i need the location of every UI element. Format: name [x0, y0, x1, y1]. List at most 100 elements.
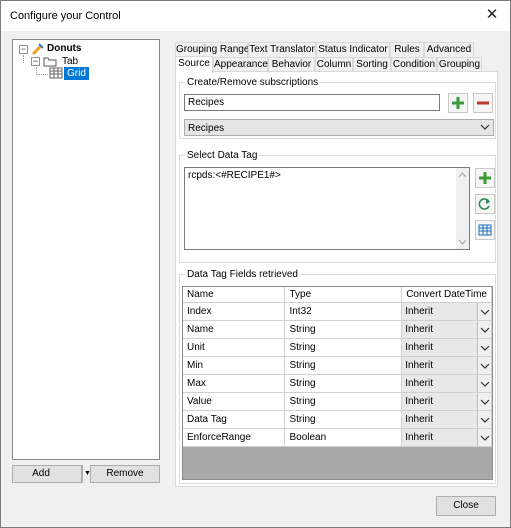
tab-text-translator[interactable]: Text Translator: [248, 42, 316, 57]
remove-subscription-button[interactable]: [473, 93, 493, 113]
cell-convert-datetime[interactable]: Inherit: [401, 374, 492, 393]
source-tab-panel: Create/Remove subscriptions Recipes Reci…: [175, 71, 498, 487]
chevron-down-icon: [480, 124, 490, 130]
refresh-data-tag-button[interactable]: [475, 194, 495, 214]
column-header-name[interactable]: Name: [183, 287, 286, 303]
chevron-down-icon: [480, 417, 490, 423]
table-row[interactable]: Max String Inherit: [183, 374, 492, 393]
tree-node-donuts[interactable]: Donuts: [47, 43, 81, 54]
fields-group: Data Tag Fields retrieved Name Type Conv…: [179, 269, 496, 484]
table-row[interactable]: EnforceRange Boolean Inherit: [183, 428, 492, 447]
cell-name[interactable]: Max: [183, 374, 286, 393]
remove-button[interactable]: Remove: [90, 465, 160, 483]
tab-grouping-range[interactable]: Grouping Range: [175, 42, 249, 57]
cell-convert-datetime[interactable]: Inherit: [401, 392, 492, 411]
cell-type[interactable]: String: [284, 374, 403, 393]
cell-type[interactable]: String: [284, 338, 403, 357]
subscription-combo[interactable]: Recipes: [184, 119, 494, 136]
chevron-down-icon: [480, 399, 490, 405]
collapse-root-icon[interactable]: −: [19, 45, 28, 54]
tab-source[interactable]: Source: [175, 56, 213, 73]
cell-name[interactable]: Index: [183, 302, 286, 321]
tab-sorting[interactable]: Sorting: [353, 57, 391, 72]
data-tag-value: rcpds:<#RECIPE1#>: [188, 170, 281, 181]
fields-grid[interactable]: Name Type Convert DateTime Index Int32 Inh…: [182, 286, 493, 480]
close-window-button[interactable]: ✕: [482, 5, 502, 25]
cell-name[interactable]: Unit: [183, 338, 286, 357]
add-button[interactable]: Add ▼: [12, 465, 91, 483]
tab-advanced[interactable]: Advanced: [424, 42, 474, 57]
cell-name[interactable]: Name: [183, 320, 286, 339]
table-row[interactable]: Name String Inherit: [183, 320, 492, 339]
convert-dropdown-button[interactable]: [477, 320, 491, 338]
plus-icon: [452, 97, 464, 109]
cell-type[interactable]: Boolean: [284, 428, 403, 447]
collapse-tab-icon[interactable]: −: [31, 57, 40, 66]
convert-dropdown-button[interactable]: [477, 338, 491, 356]
cell-type[interactable]: String: [284, 320, 403, 339]
scroll-up-icon[interactable]: [456, 170, 469, 180]
fields-legend: Data Tag Fields retrieved: [185, 269, 300, 280]
cell-convert-datetime[interactable]: Inherit: [401, 356, 492, 375]
add-data-tag-button[interactable]: [475, 168, 495, 188]
add-button-label: Add: [32, 468, 50, 479]
add-subscription-button[interactable]: [448, 93, 468, 113]
tab-appearance[interactable]: Appearance: [213, 57, 268, 72]
data-tag-textarea[interactable]: rcpds:<#RECIPE1#>: [184, 167, 470, 250]
close-button[interactable]: Close: [436, 496, 496, 516]
refresh-icon: [478, 198, 490, 210]
convert-dropdown-button[interactable]: [477, 374, 491, 392]
cell-name[interactable]: EnforceRange: [183, 428, 286, 447]
chevron-down-icon: [480, 435, 490, 441]
cell-convert-datetime[interactable]: Inherit: [401, 320, 492, 339]
cell-name[interactable]: Data Tag: [183, 410, 286, 429]
table-row[interactable]: Unit String Inherit: [183, 338, 492, 357]
cell-type[interactable]: String: [284, 356, 403, 375]
convert-dropdown-button[interactable]: [477, 410, 491, 428]
tree-node-grid[interactable]: Grid: [64, 67, 89, 80]
tab-rules[interactable]: Rules: [390, 42, 424, 57]
table-row[interactable]: Data Tag String Inherit: [183, 410, 492, 429]
tab-column[interactable]: Column: [315, 57, 353, 72]
cell-name[interactable]: Value: [183, 392, 286, 411]
table-row[interactable]: Value String Inherit: [183, 392, 492, 411]
control-tree[interactable]: − Donuts − Tab Grid: [12, 39, 160, 460]
table-row[interactable]: Min String Inherit: [183, 356, 492, 375]
scroll-down-icon[interactable]: [456, 237, 469, 247]
chevron-down-icon: [480, 327, 490, 333]
chevron-down-icon: [480, 345, 490, 351]
cell-convert-datetime[interactable]: Inherit: [401, 302, 492, 321]
data-tag-legend: Select Data Tag: [185, 150, 260, 161]
cell-convert-datetime[interactable]: Inherit: [401, 428, 492, 447]
cell-convert-datetime[interactable]: Inherit: [401, 338, 492, 357]
title-bar: Configure your Control ✕: [1, 1, 510, 31]
minus-icon: [477, 101, 489, 105]
cell-convert-datetime[interactable]: Inherit: [401, 410, 492, 429]
plus-icon: [479, 172, 491, 184]
tab-behavior[interactable]: Behavior: [268, 57, 315, 72]
chevron-down-icon: [480, 381, 490, 387]
cell-type[interactable]: String: [284, 392, 403, 411]
tab-condition[interactable]: Condition: [391, 57, 437, 72]
tree-node-tab[interactable]: Tab: [62, 56, 78, 67]
tab-status-indicator[interactable]: Status Indicator: [316, 42, 390, 57]
grid-icon: [49, 67, 63, 79]
column-header-type[interactable]: Type: [284, 287, 403, 303]
subscription-name-input[interactable]: Recipes: [184, 94, 440, 111]
cell-type[interactable]: String: [284, 410, 403, 429]
convert-dropdown-button[interactable]: [477, 356, 491, 374]
subscriptions-group: Create/Remove subscriptions Recipes Reci…: [179, 77, 496, 139]
tab-grouping[interactable]: Grouping: [437, 57, 482, 72]
subscriptions-legend: Create/Remove subscriptions: [185, 77, 321, 88]
table-browse-button[interactable]: [475, 220, 495, 240]
donut-icon: [31, 43, 44, 56]
cell-name[interactable]: Min: [183, 356, 286, 375]
convert-dropdown-button[interactable]: [477, 302, 491, 320]
convert-dropdown-button[interactable]: [477, 392, 491, 410]
column-header-convert-datetime[interactable]: Convert DateTime: [401, 287, 492, 303]
convert-dropdown-button[interactable]: [477, 428, 491, 446]
table-row[interactable]: Index Int32 Inherit: [183, 302, 492, 321]
cell-type[interactable]: Int32: [284, 302, 403, 321]
data-tag-scrollbar[interactable]: [456, 168, 469, 249]
data-tag-group: Select Data Tag rcpds:<#RECIPE1#>: [179, 150, 496, 263]
